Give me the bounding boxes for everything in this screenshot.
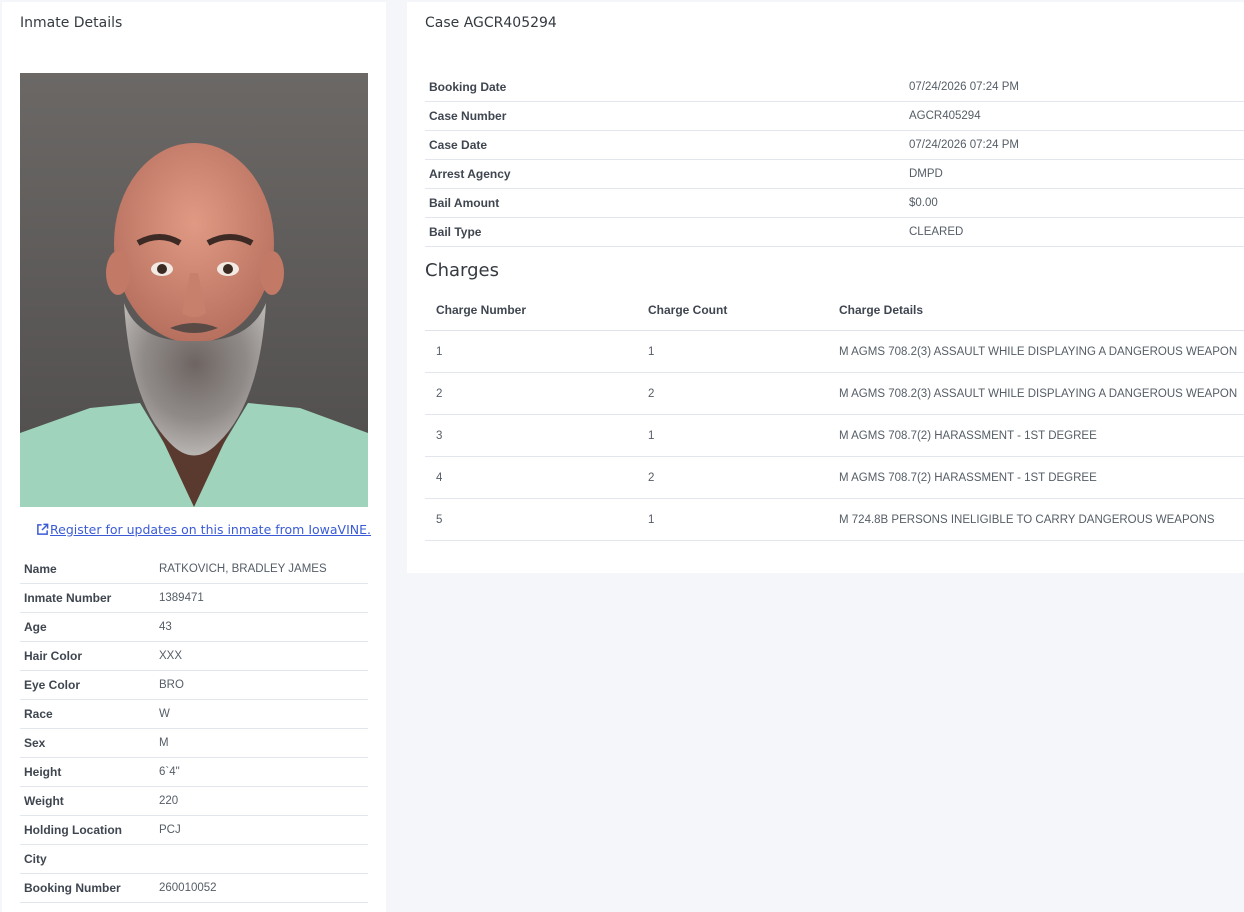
charge-number: 1 [425, 330, 637, 373]
charge-count: 2 [637, 456, 828, 499]
charge-details: M AGMS 708.2(3) ASSAULT WHILE DISPLAYING… [828, 372, 1244, 415]
case-row-arrest-agency: Arrest Agency DMPD [425, 159, 1244, 189]
case-panel: Case AGCR405294 Booking Date 07/24/2026 0… [407, 2, 1244, 573]
table-row: 2 2 M AGMS 708.2(3) ASSAULT WHILE DISPLA… [425, 372, 1244, 415]
detail-value: RATKOVICH, BRADLEY JAMES [155, 555, 368, 584]
detail-value: PCJ [155, 815, 368, 845]
charge-details: M AGMS 708.7(2) HARASSMENT - 1ST DEGREE [828, 414, 1244, 457]
case-label: Bail Type [425, 217, 905, 247]
case-value: CLEARED [905, 217, 1244, 247]
detail-row-name: Name RATKOVICH, BRADLEY JAMES [20, 555, 368, 584]
detail-value: M [155, 728, 368, 758]
inmate-photo [20, 73, 368, 507]
inmate-details-title: Inmate Details [20, 15, 123, 31]
detail-label: Race [20, 699, 155, 729]
table-row: 1 1 M AGMS 708.2(3) ASSAULT WHILE DISPLA… [425, 330, 1244, 373]
detail-row-holding-location: Holding Location PCJ [20, 815, 368, 845]
detail-value: BRO [155, 670, 368, 700]
charges-heading: Charges [425, 260, 499, 281]
case-label: Arrest Agency [425, 159, 905, 189]
detail-row-sex: Sex M [20, 728, 368, 758]
case-value: AGCR405294 [905, 101, 1244, 131]
charge-number: 5 [425, 498, 637, 541]
charge-number: 2 [425, 372, 637, 415]
detail-value: 6`4" [155, 757, 368, 787]
detail-label: Weight [20, 786, 155, 816]
detail-label: City [20, 844, 155, 874]
mugshot-image [20, 73, 368, 507]
iowavine-register-link[interactable]: Register for updates on this inmate from… [36, 522, 371, 537]
external-link-icon [37, 523, 49, 535]
charge-count: 1 [637, 330, 828, 373]
detail-value: XXX [155, 641, 368, 671]
detail-value: 43 [155, 612, 368, 642]
case-details-table: Booking Date 07/24/2026 07:24 PM Case Num… [425, 73, 1244, 247]
case-row-bail-type: Bail Type CLEARED [425, 217, 1244, 247]
column-charge-number: Charge Number [425, 290, 637, 331]
detail-row-inmate-number: Inmate Number 1389471 [20, 583, 368, 613]
charge-number: 4 [425, 456, 637, 499]
detail-row-city: City [20, 844, 368, 874]
case-value: 07/24/2026 07:24 PM [905, 130, 1244, 160]
case-value: DMPD [905, 159, 1244, 189]
case-title: Case AGCR405294 [425, 15, 557, 31]
detail-value: W [155, 699, 368, 729]
charge-details: M AGMS 708.7(2) HARASSMENT - 1ST DEGREE [828, 456, 1244, 499]
case-label: Case Number [425, 101, 905, 131]
detail-value [155, 844, 368, 874]
detail-value: 1389471 [155, 583, 368, 613]
detail-row-height: Height 6`4" [20, 757, 368, 787]
charge-count: 1 [637, 414, 828, 457]
detail-label: Inmate Number [20, 583, 155, 613]
detail-row-age: Age 43 [20, 612, 368, 642]
case-row-case-number: Case Number AGCR405294 [425, 101, 1244, 131]
detail-row-eye-color: Eye Color BRO [20, 670, 368, 700]
detail-row-race: Race W [20, 699, 368, 729]
charges-table: Charge Number Charge Count Charge Detail… [425, 290, 1244, 541]
detail-label: Hair Color [20, 641, 155, 671]
case-row-bail-amount: Bail Amount $0.00 [425, 188, 1244, 218]
column-charge-details: Charge Details [828, 290, 1244, 331]
charge-number: 3 [425, 414, 637, 457]
charge-details: M AGMS 708.2(3) ASSAULT WHILE DISPLAYING… [828, 330, 1244, 373]
detail-row-booking-number: Booking Number 260010052 [20, 873, 368, 903]
detail-row-weight: Weight 220 [20, 786, 368, 816]
detail-label: Height [20, 757, 155, 787]
charges-header-row: Charge Number Charge Count Charge Detail… [425, 290, 1244, 331]
case-value: $0.00 [905, 188, 1244, 218]
column-charge-count: Charge Count [637, 290, 828, 331]
inmate-details-panel: Inmate Details Register for updates on t… [2, 2, 386, 912]
case-row-booking-date: Booking Date 07/24/2026 07:24 PM [425, 73, 1244, 102]
detail-row-hair-color: Hair Color XXX [20, 641, 368, 671]
case-label: Bail Amount [425, 188, 905, 218]
charge-details: M 724.8B PERSONS INELIGIBLE TO CARRY DAN… [828, 498, 1244, 541]
detail-label: Booking Number [20, 873, 155, 903]
case-label: Case Date [425, 130, 905, 160]
detail-label: Name [20, 555, 155, 584]
table-row: 3 1 M AGMS 708.7(2) HARASSMENT - 1ST DEG… [425, 414, 1244, 457]
table-row: 4 2 M AGMS 708.7(2) HARASSMENT - 1ST DEG… [425, 456, 1244, 499]
charge-count: 1 [637, 498, 828, 541]
detail-label: Age [20, 612, 155, 642]
table-row: 5 1 M 724.8B PERSONS INELIGIBLE TO CARRY… [425, 498, 1244, 541]
case-label: Booking Date [425, 73, 905, 102]
detail-label: Holding Location [20, 815, 155, 845]
detail-value: 220 [155, 786, 368, 816]
detail-label: Eye Color [20, 670, 155, 700]
iowavine-link-text[interactable]: Register for updates on this inmate from… [50, 522, 371, 537]
detail-label: Sex [20, 728, 155, 758]
case-value: 07/24/2026 07:24 PM [905, 73, 1244, 102]
charge-count: 2 [637, 372, 828, 415]
case-row-case-date: Case Date 07/24/2026 07:24 PM [425, 130, 1244, 160]
detail-value: 260010052 [155, 873, 368, 903]
inmate-details-table: Name RATKOVICH, BRADLEY JAMES Inmate Numb… [20, 555, 368, 903]
